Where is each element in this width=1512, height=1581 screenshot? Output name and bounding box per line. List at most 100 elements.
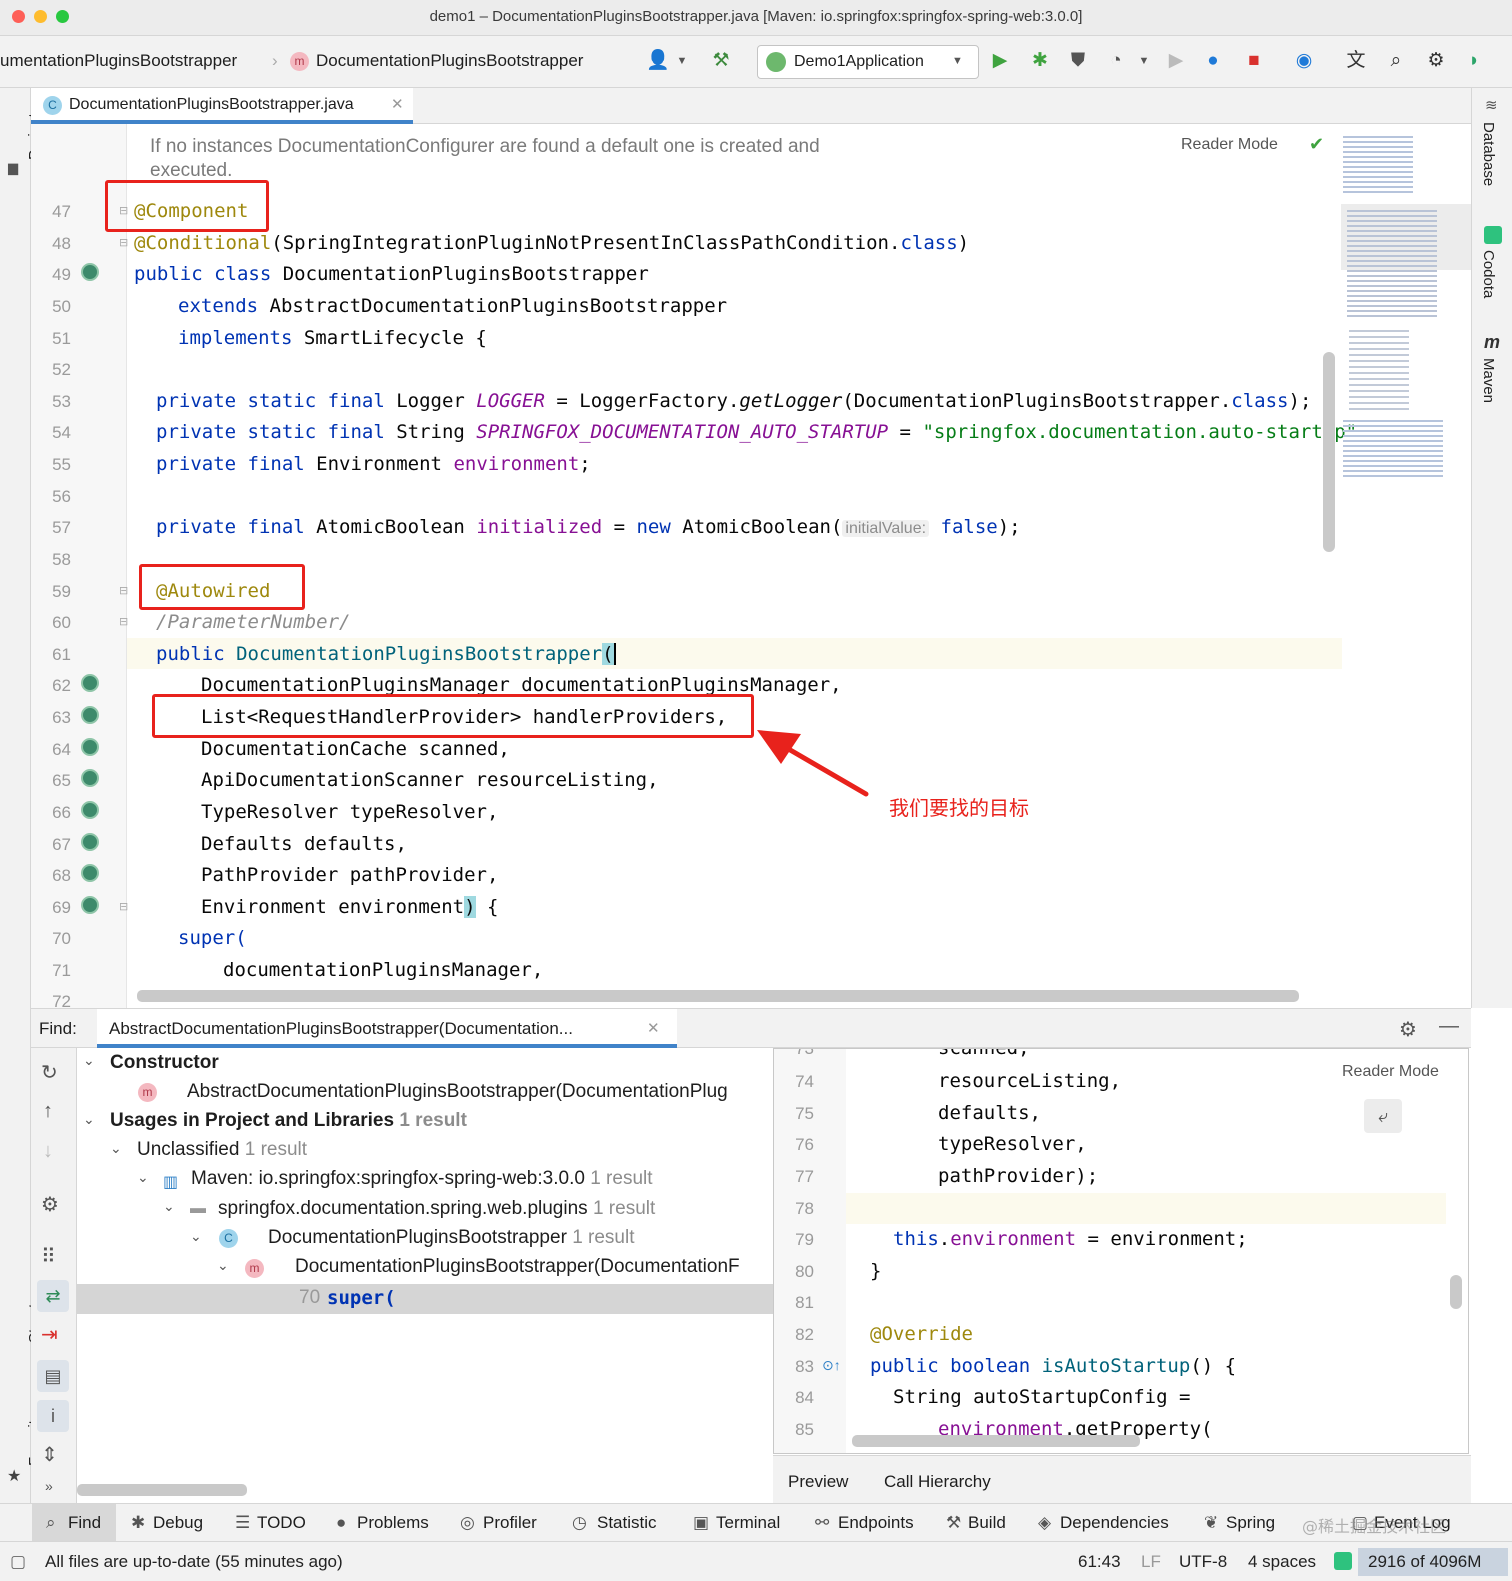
tree-node-unclassified[interactable]: Unclassified 1 result xyxy=(137,1139,307,1161)
tree-horizontal-scrollbar[interactable] xyxy=(77,1484,247,1496)
override-icon[interactable]: ⊙↑ xyxy=(822,1357,841,1374)
tool-tab-profiler[interactable]: Profiler xyxy=(483,1513,537,1533)
tool-tab-find[interactable]: ⌕ Find xyxy=(32,1504,116,1542)
fold-icon[interactable]: ⊟ xyxy=(119,615,128,628)
run-icon[interactable]: ▶ xyxy=(988,50,1012,72)
spring-bean-icon[interactable] xyxy=(81,674,99,692)
group-icon[interactable]: ⠿ xyxy=(41,1244,56,1269)
debug-icon[interactable]: ✱ xyxy=(1028,50,1052,72)
toggle-tool-windows-icon[interactable]: ▢ xyxy=(10,1552,26,1572)
next-occurrence-icon[interactable]: ↓ xyxy=(43,1140,53,1163)
settings-gear-icon[interactable]: ⚙ xyxy=(1399,1017,1417,1042)
spring-bean-icon[interactable] xyxy=(81,706,99,724)
maven-tool-tab[interactable]: Maven xyxy=(1480,358,1497,414)
chevron-down-icon[interactable]: ⌄ xyxy=(83,1052,95,1069)
tool-tab-build[interactable]: Build xyxy=(968,1513,1006,1533)
minimize-panel-icon[interactable]: — xyxy=(1439,1015,1459,1038)
preview-reader-mode-button[interactable]: Reader Mode xyxy=(1342,1063,1439,1081)
user-icon[interactable]: 👤 xyxy=(646,50,670,72)
previous-occurrence-icon[interactable]: ↑ xyxy=(43,1100,53,1123)
tool-tab-spring[interactable]: Spring xyxy=(1226,1513,1275,1533)
database-tool-tab[interactable]: Database xyxy=(1480,122,1497,198)
tool-tab-problems[interactable]: Problems xyxy=(357,1513,429,1533)
editor-vertical-scrollbar[interactable] xyxy=(1323,352,1335,552)
tree-node-usage-selected[interactable]: 70 super( xyxy=(77,1284,773,1314)
stop-icon[interactable]: ■ xyxy=(1242,50,1266,72)
rerun-icon[interactable]: ↻ xyxy=(41,1060,58,1085)
editor-tab-active[interactable]: C DocumentationPluginsBootstrapper.java … xyxy=(31,88,413,124)
fold-icon[interactable]: ⊟ xyxy=(119,236,128,249)
line-separator[interactable]: LF xyxy=(1141,1552,1161,1572)
tree-node-ctor-item[interactable]: AbstractDocumentationPluginsBootstrapper… xyxy=(187,1081,728,1103)
fold-icon[interactable]: ⊟ xyxy=(119,900,128,913)
spring-bean-icon[interactable] xyxy=(81,896,99,914)
spring-bean-icon[interactable] xyxy=(81,801,99,819)
tree-node-package[interactable]: springfox.documentation.spring.web.plugi… xyxy=(218,1198,655,1220)
run-configuration-select[interactable]: Demo1Application ▼ xyxy=(757,45,979,79)
help-icon[interactable]: ● xyxy=(1201,50,1225,72)
tab-call-hierarchy[interactable]: Call Hierarchy xyxy=(884,1472,991,1492)
tool-tab-statistic[interactable]: Statistic xyxy=(597,1513,657,1533)
spring-bean-icon[interactable] xyxy=(81,864,99,882)
close-tab-icon[interactable]: ✕ xyxy=(647,1019,660,1037)
profile-icon[interactable]: ◔ xyxy=(1104,50,1128,72)
build-hammer-icon[interactable]: ⚒ xyxy=(709,50,733,72)
spring-bean-icon[interactable] xyxy=(81,833,99,851)
tree-node-class[interactable]: DocumentationPluginsBootstrapper 1 resul… xyxy=(268,1227,635,1249)
chevron-down-icon[interactable]: ⌄ xyxy=(190,1228,202,1245)
settings-gear-icon[interactable]: ⚙ xyxy=(1424,50,1448,72)
codota-tool-tab[interactable]: Codota xyxy=(1480,250,1497,310)
search-icon[interactable]: ⌕ xyxy=(1384,50,1408,72)
indent-setting[interactable]: 4 spaces xyxy=(1248,1552,1316,1572)
coverage-icon[interactable]: ⛊ xyxy=(1066,50,1090,72)
tool-tab-todo[interactable]: TODO xyxy=(257,1513,306,1533)
codota-icon[interactable] xyxy=(1334,1552,1352,1570)
attach-run-icon[interactable]: ▶ xyxy=(1164,50,1188,72)
plugin-logo-icon[interactable]: ◗ xyxy=(1462,50,1486,72)
tree-node-method[interactable]: DocumentationPluginsBootstrapper(Documen… xyxy=(295,1256,740,1278)
spring-bean-icon[interactable] xyxy=(81,769,99,787)
chevron-down-icon[interactable]: ⌄ xyxy=(110,1140,122,1157)
expand-all-icon[interactable]: ⇕ xyxy=(41,1442,58,1467)
close-tab-icon[interactable]: ✕ xyxy=(391,95,404,113)
tool-tab-terminal[interactable]: Terminal xyxy=(716,1513,780,1533)
editor-horizontal-scrollbar[interactable] xyxy=(137,990,1299,1002)
info-icon[interactable]: i xyxy=(37,1400,69,1432)
group-by-package-icon[interactable]: ▤ xyxy=(37,1360,69,1392)
tool-tab-dependencies[interactable]: Dependencies xyxy=(1060,1513,1169,1533)
breadcrumb-method[interactable]: DocumentationPluginsBootstrapper xyxy=(316,51,583,71)
chevron-down-icon[interactable]: ▼ xyxy=(1132,50,1156,72)
settings-gear-icon[interactable]: ⚙ xyxy=(41,1192,59,1217)
preview-vertical-scrollbar[interactable] xyxy=(1450,1275,1462,1309)
update-icon[interactable]: ◉ xyxy=(1292,50,1316,72)
tool-tab-endpoints[interactable]: Endpoints xyxy=(838,1513,914,1533)
more-icon[interactable]: » xyxy=(45,1478,53,1494)
caret-position[interactable]: 61:43 xyxy=(1078,1552,1121,1572)
code-minimap[interactable] xyxy=(1341,130,1471,490)
spring-bean-icon[interactable] xyxy=(81,738,99,756)
memory-indicator[interactable]: 2916 of 4096M xyxy=(1358,1548,1508,1576)
soft-wrap-icon[interactable]: ⤶ xyxy=(1364,1099,1402,1133)
chevron-down-icon[interactable]: ⌄ xyxy=(83,1111,95,1128)
file-encoding[interactable]: UTF-8 xyxy=(1179,1552,1227,1572)
breadcrumb-file[interactable]: umentationPluginsBootstrapper xyxy=(0,51,237,71)
tree-node-usages[interactable]: Usages in Project and Libraries 1 result xyxy=(110,1110,467,1132)
find-tab[interactable]: AbstractDocumentationPluginsBootstrapper… xyxy=(97,1009,677,1048)
chevron-down-icon[interactable]: ⌄ xyxy=(163,1198,175,1215)
chevron-down-icon[interactable]: ⌄ xyxy=(137,1169,149,1186)
code-editor[interactable]: If no instances DocumentationConfigurer … xyxy=(31,124,1471,1008)
fold-icon[interactable]: ⊟ xyxy=(119,584,128,597)
translate-icon[interactable]: 文 xyxy=(1344,50,1368,72)
show-read-access-icon[interactable]: ⇄ xyxy=(37,1280,69,1312)
spring-bean-icon[interactable] xyxy=(81,263,99,281)
show-write-access-icon[interactable]: ⇥ xyxy=(41,1322,58,1347)
tool-tab-debug[interactable]: Debug xyxy=(153,1513,203,1533)
tree-node-maven[interactable]: Maven: io.springfox:springfox-spring-web… xyxy=(191,1168,653,1190)
reader-mode-button[interactable]: Reader Mode xyxy=(1181,136,1278,154)
tab-preview[interactable]: Preview xyxy=(788,1472,848,1492)
tree-node-constructor[interactable]: Constructor xyxy=(110,1052,219,1074)
usage-preview-pane[interactable]: Reader Mode ⤶ 73 74 75 76 77 78 79 80 81… xyxy=(773,1048,1469,1454)
chevron-down-icon[interactable]: ▼ xyxy=(670,50,694,72)
chevron-down-icon[interactable]: ⌄ xyxy=(217,1257,229,1274)
preview-horizontal-scrollbar[interactable] xyxy=(852,1435,1140,1447)
